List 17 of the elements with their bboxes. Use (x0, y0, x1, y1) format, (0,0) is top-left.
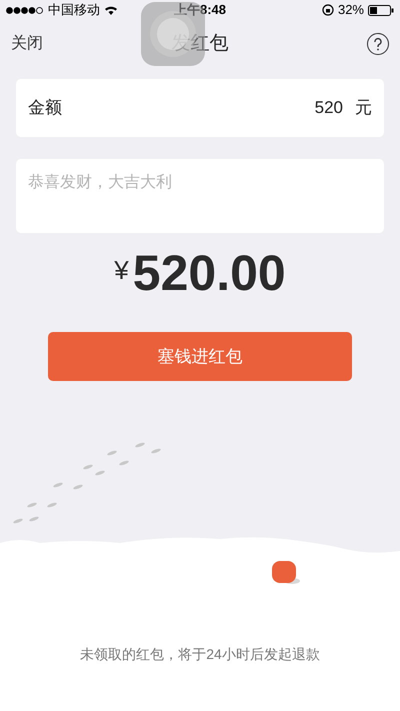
amount-field[interactable]: 金额 520 元 (16, 79, 384, 137)
status-time: 上午8:48 (174, 1, 226, 20)
battery-icon (368, 4, 394, 16)
help-icon[interactable] (367, 33, 389, 55)
currency-symbol: ¥ (114, 254, 129, 287)
close-button[interactable]: 关闭 (11, 32, 43, 56)
total-amount: 520.00 (132, 248, 286, 298)
signal-icon (6, 6, 44, 14)
amount-unit: 元 (355, 97, 372, 120)
rotation-lock-icon (322, 4, 334, 16)
wifi-icon (104, 5, 118, 15)
message-field[interactable]: 恭喜发财，大吉大利 (16, 159, 384, 233)
carrier-name: 中国移动 (48, 1, 100, 20)
amount-label: 金额 (28, 97, 62, 120)
amount-value: 520 (314, 97, 343, 120)
refund-note: 未领取的红包，将于24小时后发起退款 (79, 645, 321, 664)
battery-percent: 32% (338, 1, 364, 20)
